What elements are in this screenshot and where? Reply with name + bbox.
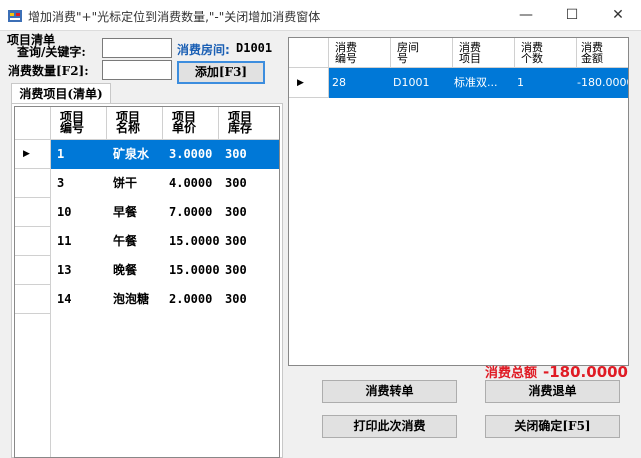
search-label: 查询/关键字: xyxy=(17,45,86,59)
row-header[interactable]: ▶ xyxy=(289,68,329,98)
current-row-arrow-icon: ▶ xyxy=(23,149,30,159)
total-value: -180.0000 xyxy=(543,363,628,381)
items-grid[interactable]: 项目 编号 项目 名称 项目 单价 项目 库存 ▶ 1 矿泉水 3.0000 300 3… xyxy=(14,106,280,458)
col-header-item-price[interactable]: 项目 单价 xyxy=(163,107,219,140)
col-header-consume-no[interactable]: 消费 编号 xyxy=(329,38,391,68)
tab-consume-items[interactable]: 消费项目(清单) xyxy=(11,83,111,104)
row-header[interactable] xyxy=(15,285,51,314)
row-header[interactable] xyxy=(15,198,51,227)
col-header-consume-item[interactable]: 消费 项目 xyxy=(453,38,515,68)
window-title: 增加消费"+"光标定位到消费数量,"-"关闭增加消费窗体 xyxy=(28,10,321,24)
search-input[interactable] xyxy=(102,38,172,58)
maximize-button[interactable]: ☐ xyxy=(549,0,595,31)
row-header[interactable]: ▶ xyxy=(15,140,51,169)
add-button[interactable]: 添加[F3] xyxy=(177,61,265,84)
quantity-label: 消费数量[F2]: xyxy=(8,64,89,78)
quantity-input[interactable] xyxy=(102,60,172,80)
room-value: D1001 xyxy=(236,41,273,55)
table-row[interactable]: 14 泡泡糖 2.0000 300 xyxy=(51,285,279,314)
col-header-consume-count[interactable]: 消费 个数 xyxy=(515,38,577,68)
col-header-item-name[interactable]: 项目 名称 xyxy=(107,107,163,140)
row-header[interactable] xyxy=(15,169,51,198)
minimize-button[interactable]: — xyxy=(503,0,549,31)
close-window-button[interactable]: ✕ xyxy=(595,0,641,31)
row-header[interactable] xyxy=(15,227,51,256)
transfer-bill-button[interactable]: 消费转单 xyxy=(322,380,457,403)
close-confirm-button[interactable]: 关闭确定[F5] xyxy=(485,415,620,438)
row-header[interactable] xyxy=(15,256,51,285)
total-label: 消费总额 xyxy=(485,366,538,381)
table-row[interactable]: 10 早餐 7.0000 300 xyxy=(51,198,279,227)
grid-corner-header xyxy=(289,38,329,68)
grid-corner-header xyxy=(15,107,51,140)
print-button[interactable]: 打印此次消费 xyxy=(322,415,457,438)
table-row[interactable]: 3 饼干 4.0000 300 xyxy=(51,169,279,198)
col-header-item-stock[interactable]: 项目 库存 xyxy=(219,107,279,140)
row-header-empty xyxy=(15,314,51,457)
col-header-room-no[interactable]: 房间号 xyxy=(391,38,453,68)
table-row[interactable]: 28 D1001 标准双... 1 -180.0000 xyxy=(329,68,628,98)
current-row-arrow-icon: ▶ xyxy=(297,78,304,88)
consumption-grid[interactable]: 消费 编号 房间号 消费 项目 消费 个数 消费 金额 ▶ 28 D1001 标准双..… xyxy=(288,37,629,366)
col-header-item-id[interactable]: 项目 编号 xyxy=(51,107,107,140)
refund-button[interactable]: 消费退单 xyxy=(485,380,620,403)
title-bar: 增加消费"+"光标定位到消费数量,"-"关闭增加消费窗体 — ☐ ✕ xyxy=(0,0,641,31)
table-row[interactable]: 13 晚餐 15.0000 300 xyxy=(51,256,279,285)
room-label: 消费房间: xyxy=(177,43,230,57)
col-header-consume-amount[interactable]: 消费 金额 xyxy=(577,38,628,68)
table-row[interactable]: 11 午餐 15.0000 300 xyxy=(51,227,279,256)
app-icon xyxy=(8,10,22,22)
total-amount: 消费总额 -180.0000 xyxy=(485,362,628,381)
table-row[interactable]: 1 矿泉水 3.0000 300 xyxy=(51,140,279,169)
